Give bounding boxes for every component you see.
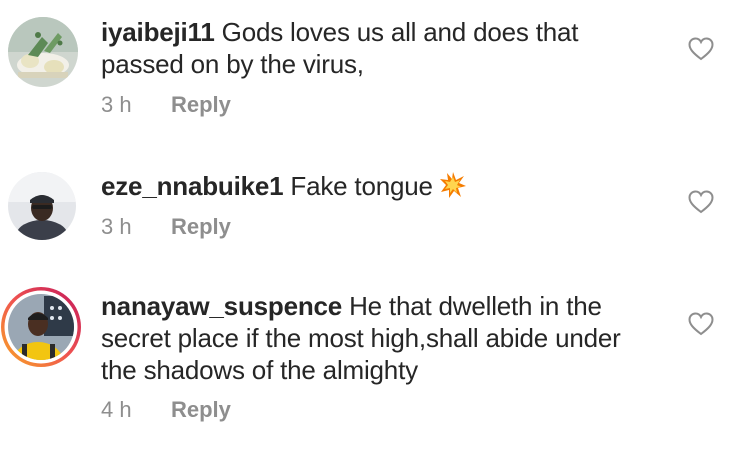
reply-button[interactable]: Reply	[171, 397, 231, 423]
comment-meta: 4 h Reply	[101, 397, 231, 423]
heart-outline-icon[interactable]	[688, 190, 714, 214]
comment-timestamp: 3 h	[101, 92, 132, 117]
comment-username[interactable]: eze_nnabuike1	[101, 171, 284, 201]
comment-username[interactable]: iyaibeji11	[101, 17, 215, 47]
comment-username[interactable]: nanayaw_suspence	[101, 291, 342, 321]
reply-button[interactable]: Reply	[171, 214, 231, 240]
comment-meta: 3 h Reply	[101, 92, 231, 118]
heart-outline-icon[interactable]	[688, 37, 714, 61]
reply-button[interactable]: Reply	[171, 92, 231, 118]
comment-timestamp: 4 h	[101, 397, 132, 422]
avatar[interactable]	[8, 17, 78, 87]
comment-body: Fake tongue	[283, 171, 433, 201]
comment-text: iyaibeji11 Gods loves us all and does th…	[101, 16, 661, 80]
avatar-story-ring[interactable]	[0, 286, 82, 368]
comment-text: nanayaw_suspence He that dwelleth in the…	[101, 290, 661, 386]
heart-outline-icon[interactable]	[688, 312, 714, 336]
comment-timestamp: 3 h	[101, 214, 132, 239]
collision-emoji	[439, 171, 467, 206]
comment-text: eze_nnabuike1 Fake tongue	[101, 170, 661, 206]
avatar[interactable]	[8, 172, 76, 240]
comment-meta: 3 h Reply	[101, 214, 231, 240]
